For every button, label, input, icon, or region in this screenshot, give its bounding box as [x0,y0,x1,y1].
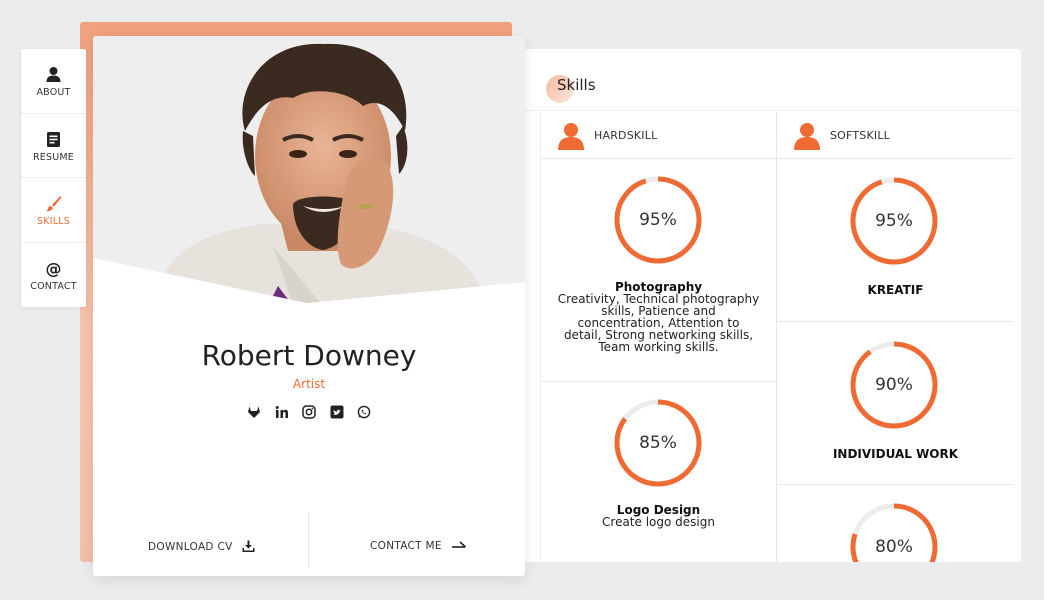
nav-item-resume[interactable]: RESUME [21,114,86,178]
contact-me-label: CONTACT ME [370,540,442,552]
profile-name: Robert Downey [201,339,417,372]
document-icon [47,131,60,147]
softskill-column: SOFTSKILL 95% KREATIF 90% INDIVIDUAL WOR… [777,112,1014,562]
skill-card-partial: 80% [777,485,1014,562]
skill-card-logo-design: 85% Logo Design Create logo design [541,382,776,562]
skill-percent: 80% [875,537,913,557]
contact-me-button[interactable]: CONTACT ME [370,540,467,552]
twitter-icon[interactable] [330,404,344,419]
skill-card-photography: 95% Photography Creativity, Technical ph… [541,159,776,382]
skill-card-kreatif: 95% KREATIF [777,159,1014,322]
nav-label: RESUME [33,151,74,163]
person-icon [794,123,820,150]
skill-percent: 95% [875,211,913,231]
nav-item-about[interactable]: ABOUT [21,49,86,114]
skill-description: Creativity, Technical photography skills… [557,292,760,354]
footer-divider [308,512,309,568]
at-icon: @ [46,260,62,277]
skill-percent: 90% [875,375,913,395]
download-cv-button[interactable]: DOWNLOAD CV [148,540,255,553]
whatsapp-icon[interactable] [357,404,371,419]
instagram-icon[interactable] [302,404,316,419]
send-arrow-icon [452,541,467,548]
nav-item-skills[interactable]: SKILLS [21,178,86,243]
skill-name: INDIVIDUAL WORK [832,447,959,461]
nav-item-contact[interactable]: @ CONTACT [21,243,86,308]
linkedin-icon[interactable] [275,404,289,418]
skill-description: Create logo design [602,515,715,529]
softskill-label: SOFTSKILL [830,129,890,142]
skill-percent: 85% [639,433,677,453]
profile-photo [93,36,525,303]
skills-header: Skills [512,49,1021,111]
nav-label: ABOUT [36,87,71,98]
nav-label: SKILLS [37,216,70,227]
card-footer: DOWNLOAD CV CONTACT ME [93,512,525,576]
hardskill-label: HARDSKILL [594,129,658,142]
download-cv-label: DOWNLOAD CV [148,540,233,553]
progress-ring: 85% [613,398,703,488]
hardskill-column: HARDSKILL 95% Photography Creativity, Te… [540,112,777,562]
progress-ring: 95% [849,176,939,266]
brush-icon [46,196,62,212]
social-links [247,404,371,420]
svg-text:@: @ [46,260,62,277]
skills-panel: Skills HARDSKILL 95% Photography Creativ… [512,49,1021,562]
download-icon [242,540,255,552]
progress-ring: 80% [849,502,939,562]
skill-percent: 95% [639,210,677,230]
nav-label: CONTACT [30,280,77,292]
profile-card: Robert Downey Artist DOWNLOAD CV CONTACT… [93,36,525,576]
skill-card-individual-work: 90% INDIVIDUAL WORK [777,322,1014,485]
softskill-header: SOFTSKILL [777,112,1014,159]
user-icon [46,67,61,82]
hardskill-header: HARDSKILL [541,112,776,159]
profile-role: Artist [292,377,326,391]
side-nav: ABOUT RESUME SKILLS @ CONTACT [21,49,86,307]
progress-ring: 95% [613,175,703,265]
person-icon [558,123,584,150]
skill-name: KREATIF [867,283,924,297]
progress-ring: 90% [849,340,939,430]
gitlab-icon[interactable] [247,404,261,418]
skills-title: Skills [557,76,596,94]
